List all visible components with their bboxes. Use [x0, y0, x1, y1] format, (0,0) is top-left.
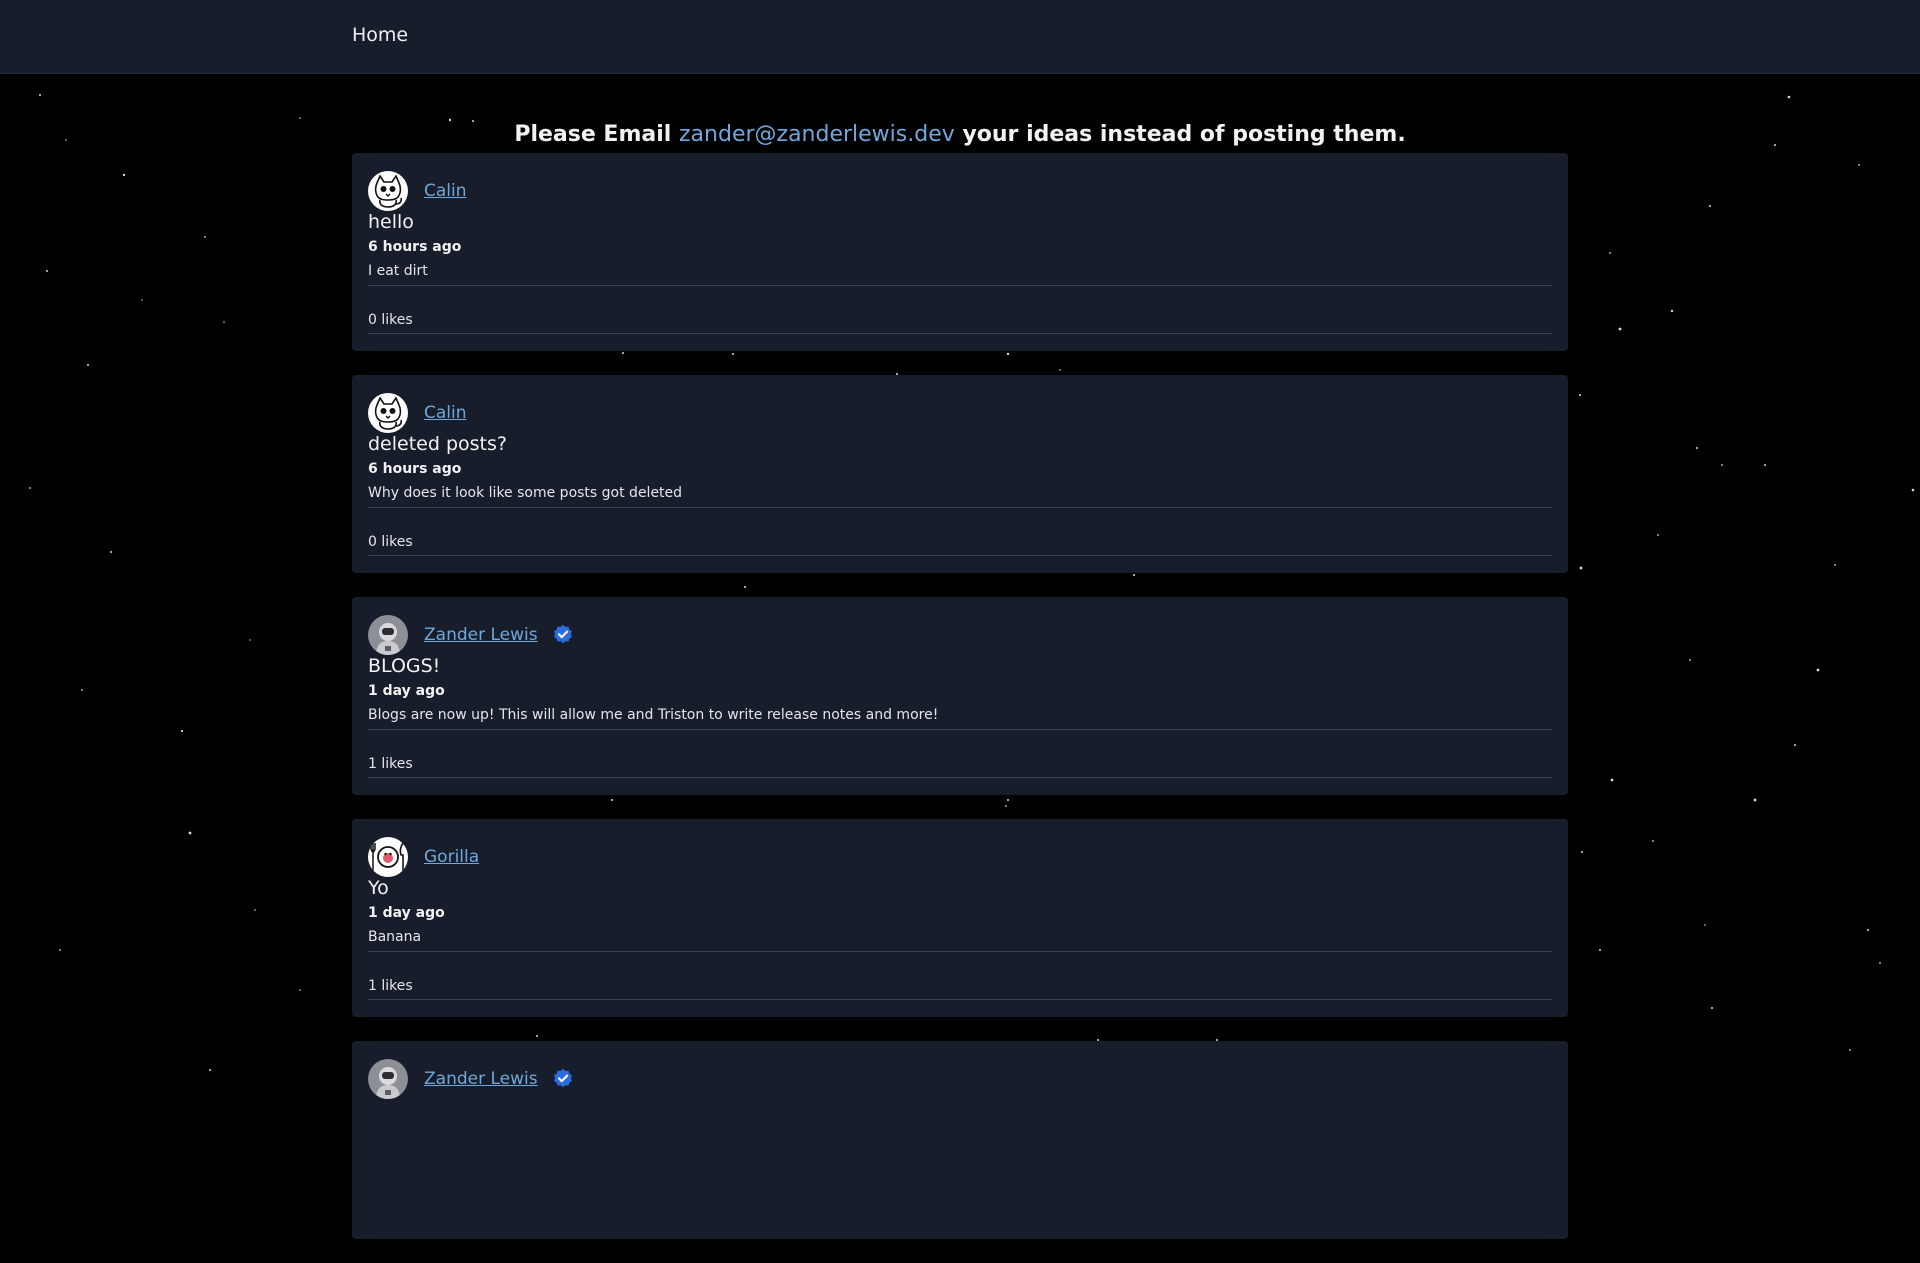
post-card: Gorilla Yo 1 day ago Banana 1 likes	[352, 819, 1568, 1017]
author-link[interactable]: Calin	[424, 403, 467, 423]
post-timestamp: 6 hours ago	[368, 239, 462, 255]
divider	[368, 951, 1552, 952]
author-link[interactable]: Zander Lewis	[424, 625, 538, 645]
divider	[368, 285, 1552, 286]
post-title: hello	[368, 211, 414, 233]
post-card: Calin deleted posts? 6 hours ago Why doe…	[352, 375, 1568, 573]
verified-badge-icon	[553, 1068, 572, 1088]
post-timestamp: 1 day ago	[368, 905, 445, 921]
divider	[368, 333, 1552, 334]
post-timestamp: 1 day ago	[368, 683, 445, 699]
cat-avatar-icon[interactable]	[368, 393, 408, 433]
banner-prefix: Please Email	[514, 122, 672, 147]
post-header: Gorilla	[368, 837, 479, 877]
top-navbar: Home	[0, 0, 1920, 74]
banner-email-link[interactable]: zander@zanderlewis.dev	[679, 122, 955, 147]
likes-count[interactable]: 0 likes	[368, 312, 413, 328]
divider	[368, 507, 1552, 508]
verified-badge-icon	[553, 624, 572, 644]
post-body: Why does it look like some posts got del…	[368, 485, 683, 501]
astronaut-avatar-icon[interactable]	[368, 615, 408, 655]
nav-home-link[interactable]: Home	[352, 24, 408, 46]
author-link[interactable]: Zander Lewis	[424, 1069, 538, 1089]
post-body: Blogs are now up! This will allow me and…	[368, 707, 939, 723]
divider	[368, 729, 1552, 730]
cat-avatar-icon[interactable]	[368, 171, 408, 211]
divider	[368, 777, 1552, 778]
author-link[interactable]: Calin	[424, 181, 467, 201]
post-header: Calin	[368, 171, 467, 211]
post-header: Zander Lewis	[368, 1059, 574, 1099]
astronaut-avatar-icon[interactable]	[368, 1059, 408, 1099]
post-header: Calin	[368, 393, 467, 433]
email-banner: Please Email zander@zanderlewis.dev your…	[0, 122, 1920, 147]
author-link[interactable]: Gorilla	[424, 847, 479, 867]
divider	[368, 555, 1552, 556]
banner-suffix: your ideas instead of posting them.	[962, 122, 1406, 147]
plate-avatar-icon[interactable]	[368, 837, 408, 877]
post-header: Zander Lewis	[368, 615, 574, 655]
post-card: Calin hello 6 hours ago I eat dirt 0 lik…	[352, 153, 1568, 351]
divider	[368, 999, 1552, 1000]
post-card: Zander Lewis	[352, 1041, 1568, 1239]
likes-count[interactable]: 1 likes	[368, 978, 413, 994]
likes-count[interactable]: 0 likes	[368, 534, 413, 550]
post-title: BLOGS!	[368, 655, 441, 677]
post-title: deleted posts?	[368, 433, 507, 455]
post-feed: Calin hello 6 hours ago I eat dirt 0 lik…	[352, 153, 1568, 1263]
post-body: I eat dirt	[368, 263, 428, 279]
post-body: Banana	[368, 929, 422, 945]
post-title: Yo	[368, 877, 389, 899]
likes-count[interactable]: 1 likes	[368, 756, 413, 772]
post-card: Zander Lewis BLOGS! 1 day ago Blogs are …	[352, 597, 1568, 795]
post-timestamp: 6 hours ago	[368, 461, 462, 477]
